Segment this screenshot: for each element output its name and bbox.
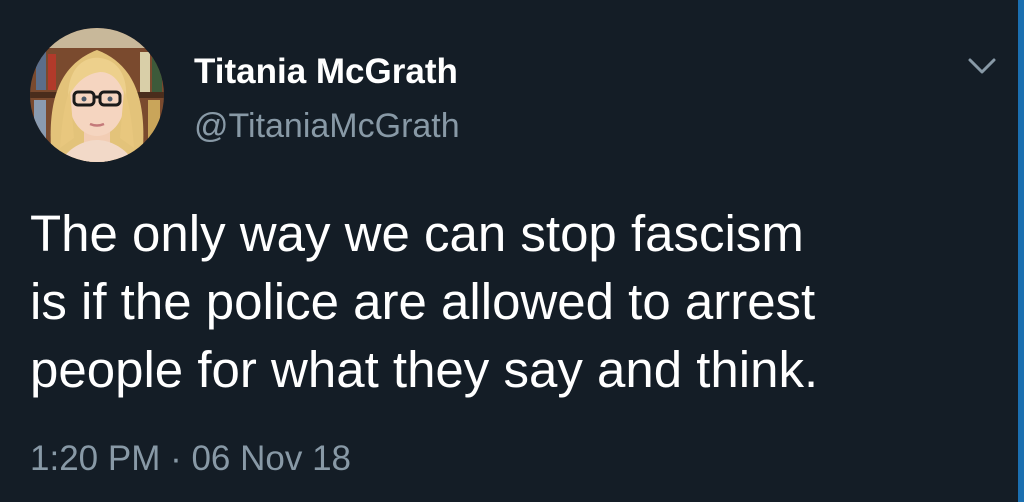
avatar[interactable] (30, 28, 164, 162)
chevron-down-icon[interactable] (962, 48, 1002, 84)
author-handle[interactable]: @TitaniaMcGrath (194, 106, 460, 146)
avatar-photo (30, 28, 164, 162)
scrollbar-edge (1018, 0, 1024, 502)
tweet-text: The only way we can stop fascism is if t… (30, 205, 819, 398)
tweet-card: Titania McGrath @TitaniaMcGrath The only… (0, 0, 1024, 502)
author-display-name[interactable]: Titania McGrath (194, 52, 458, 92)
tweet-timestamp[interactable]: 1:20 PM · 06 Nov 18 (30, 438, 351, 480)
